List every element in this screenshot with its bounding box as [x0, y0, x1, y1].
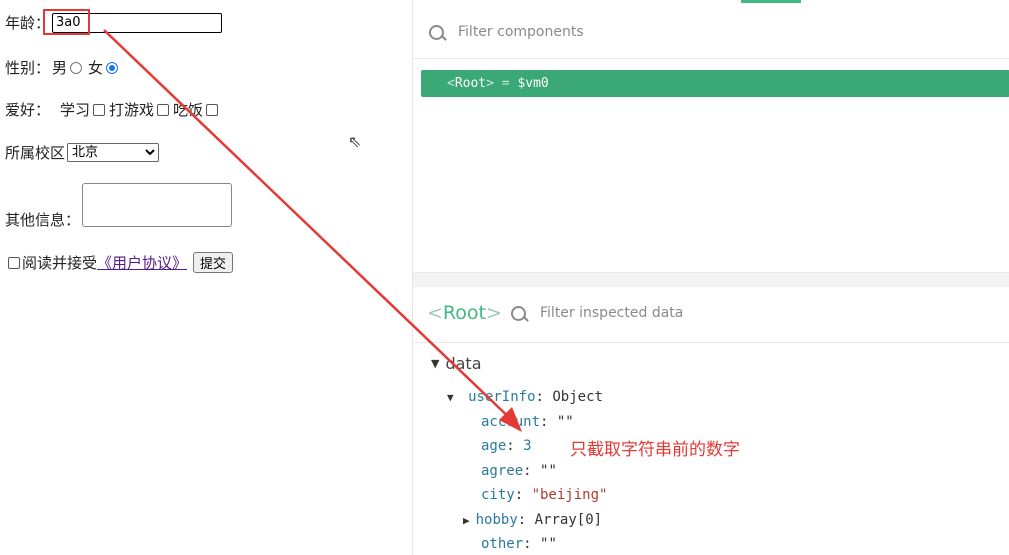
prop-key: hobby: [475, 512, 518, 528]
prop-row-account[interactable]: account: "": [481, 414, 574, 430]
root-component-name: Root: [454, 76, 487, 91]
filter-components[interactable]: Filter components: [429, 24, 584, 40]
age-row: 年龄：: [5, 12, 223, 33]
annotation-note: 只截取字符串前的数字: [570, 440, 740, 460]
prop-value: Array[0]: [534, 512, 603, 528]
prop-row-other[interactable]: other: "": [481, 536, 557, 552]
filter-components-placeholder: Filter components: [458, 24, 584, 40]
prop-value: "beijing": [531, 487, 608, 503]
prop-row-city[interactable]: city: "beijing": [481, 487, 607, 503]
tag-open: <: [447, 76, 455, 91]
inspector-header: <Root> Filter inspected data: [413, 286, 1009, 343]
data-section-label: data: [445, 354, 482, 373]
prop-key: age: [481, 438, 507, 454]
hobby-study-checkbox[interactable]: [93, 103, 106, 116]
hobby-row: 爱好： 学习 打游戏 吃饭: [5, 99, 222, 120]
inspect-root-label: Root: [442, 302, 486, 324]
data-section-toggle[interactable]: ▼ data: [431, 354, 482, 373]
prop-row-hobby[interactable]: ▶ hobby: Array[0]: [463, 512, 602, 528]
prop-value: "": [556, 414, 574, 430]
other-row: 其他信息：: [5, 183, 233, 229]
userinfo-row[interactable]: ▼ userInfo: Object: [447, 389, 603, 405]
filter-inspected[interactable]: Filter inspected data: [511, 305, 683, 321]
root-component-row[interactable]: < Root > = $vm0: [421, 70, 1009, 97]
caret-down-icon: ▼: [431, 357, 440, 370]
submit-button[interactable]: 提交: [193, 252, 234, 273]
prop-value: "": [540, 536, 557, 552]
gender-female-label: 女: [88, 59, 104, 77]
agreement-link[interactable]: 《用户协议》: [97, 252, 187, 273]
component-tree: < Root > = $vm0: [413, 58, 1009, 271]
prop-key: city: [481, 487, 515, 503]
equals-sign: =: [493, 76, 518, 91]
prop-type: : Object: [535, 389, 603, 405]
agree-text: 阅读并接受: [22, 254, 98, 272]
prop-key: agree: [481, 463, 524, 479]
other-label: 其他信息：: [5, 211, 81, 229]
hobby-eat-label: 吃饭: [173, 101, 204, 119]
campus-select[interactable]: 北京: [67, 143, 160, 162]
gender-row: 性别： 男 女: [5, 57, 124, 78]
prop-value: 3: [523, 438, 532, 454]
panel-separator[interactable]: [413, 272, 1009, 287]
vm-reference: $vm0: [517, 76, 549, 91]
campus-row: 所属校区 北京: [5, 142, 160, 163]
inspect-tag-open: <: [427, 302, 443, 324]
user-form: 年龄： 性别： 男 女 爱好： 学习 打游戏 吃饭 所属校区 北京 其他信息： …: [0, 0, 412, 555]
hobby-label: 爱好：: [5, 101, 51, 119]
inspect-tag-close: >: [485, 302, 502, 324]
agreement-row: 阅读并接受 《用户协议》 提交: [5, 252, 234, 273]
gender-male-label: 男: [52, 59, 68, 77]
prop-row-agree[interactable]: agree: "": [481, 463, 557, 479]
prop-key: userInfo: [468, 389, 536, 405]
vue-devtools-panel: Filter components < Root > = $vm0 <Root>…: [412, 0, 1009, 555]
hobby-game-label: 打游戏: [109, 101, 155, 119]
age-input-highlight: [43, 9, 90, 35]
agree-checkbox[interactable]: [8, 256, 20, 269]
caret-right-icon: ▶: [463, 514, 470, 527]
caret-down-icon: ▼: [447, 391, 454, 404]
hobby-study-label: 学习: [60, 101, 91, 119]
gender-label: 性别：: [5, 59, 51, 77]
tag-close: >: [486, 76, 494, 91]
gender-male-radio[interactable]: [70, 61, 83, 74]
prop-row-age[interactable]: age: 3: [481, 438, 532, 454]
prop-value: "": [540, 463, 557, 479]
search-icon: [429, 24, 444, 40]
campus-label: 所属校区: [5, 144, 66, 162]
mouse-cursor-icon: ⇖: [348, 132, 362, 151]
prop-key: other: [481, 536, 524, 552]
active-tab-indicator: [741, 0, 801, 3]
filter-inspected-placeholder: Filter inspected data: [540, 305, 684, 321]
search-icon: [511, 305, 526, 321]
prop-key: account: [481, 414, 541, 430]
hobby-eat-checkbox[interactable]: [206, 103, 219, 116]
gender-female-radio[interactable]: [106, 61, 119, 74]
inspected-component-name: <Root>: [427, 302, 502, 324]
hobby-game-checkbox[interactable]: [157, 103, 170, 116]
other-textarea[interactable]: [82, 183, 233, 227]
